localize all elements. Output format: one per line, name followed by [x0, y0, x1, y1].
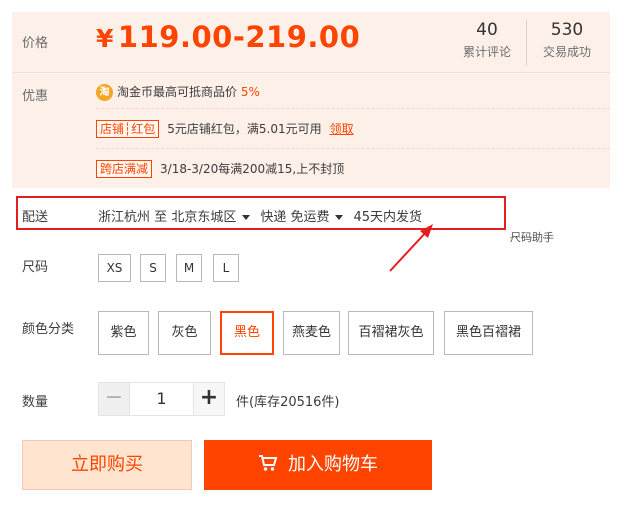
- promo-shop-coupon-line: 店铺┆红包 5元店铺红包，满5.01元可用 领取: [96, 120, 354, 138]
- annotation-arrow-icon: [389, 224, 433, 272]
- delivery-destination-select[interactable]: 北京东城区: [171, 210, 260, 225]
- promo-divider: [96, 108, 610, 109]
- size-option-l[interactable]: L: [213, 254, 239, 282]
- delivery-label: 配送: [22, 210, 49, 225]
- promo-coin-line: 淘淘金币最高可抵商品价 5%: [96, 83, 260, 101]
- color-label: 颜色分类: [22, 322, 75, 337]
- promo-coin-percent: 5%: [240, 85, 260, 99]
- color-option-black-selected[interactable]: 黑色: [220, 311, 274, 355]
- price-range: ¥119.00-219.00: [96, 20, 360, 54]
- stat-divider: [526, 20, 527, 66]
- stock-info: 件(库存20516件): [236, 395, 340, 410]
- shop-coupon-tag: 店铺┆红包: [96, 120, 160, 138]
- review-stat[interactable]: 40 累计评论: [452, 19, 522, 60]
- size-option-m[interactable]: M: [176, 254, 202, 282]
- size-helper-link[interactable]: 尺码助手: [510, 229, 554, 245]
- price-label: 价格: [22, 36, 49, 51]
- color-option-purple[interactable]: 紫色: [98, 311, 149, 355]
- claim-coupon-link[interactable]: 领取: [330, 122, 354, 136]
- cross-store-tag: 跨店满减: [96, 160, 153, 178]
- promotions-label: 优惠: [22, 89, 49, 104]
- sales-count: 530: [550, 20, 584, 40]
- shop-coupon-text: 5元店铺红包，满5.01元可用: [167, 122, 322, 136]
- buy-now-button[interactable]: 立即购买: [22, 440, 192, 490]
- delivery-destination: 北京东城区: [171, 210, 237, 225]
- chevron-down-icon: [335, 215, 344, 220]
- size-option-xs[interactable]: XS: [98, 254, 131, 282]
- size-option-s[interactable]: S: [140, 254, 166, 282]
- quantity-increase-button[interactable]: +: [193, 382, 225, 416]
- panel-divider: [12, 72, 610, 73]
- price-panel: 价格 ¥119.00-219.00 40 累计评论 530 交易成功 优惠 淘淘…: [12, 12, 610, 188]
- price-value: 119.00-219.00: [117, 20, 361, 54]
- delivery-to-word: 至: [154, 210, 168, 225]
- color-option-gray[interactable]: 灰色: [158, 311, 211, 355]
- color-option-oatmeal[interactable]: 燕麦色: [283, 311, 340, 355]
- shipping-method: 快递 免运费: [260, 210, 330, 225]
- shipping-method-select[interactable]: 快递 免运费: [260, 210, 353, 225]
- quantity-label: 数量: [22, 395, 49, 410]
- quantity-decrease-button[interactable]: −: [98, 382, 130, 416]
- delivery-info: 浙江杭州 至 北京东城区 快递 免运费 45天内发货: [98, 206, 422, 225]
- quantity-input[interactable]: 1: [130, 382, 193, 416]
- add-to-cart-label: 加入购物车: [288, 454, 378, 475]
- taobao-coin-icon: 淘: [96, 84, 113, 101]
- chevron-down-icon: [242, 215, 251, 220]
- promo-divider: [96, 148, 610, 149]
- color-option-pleated-black[interactable]: 黑色百褶裙: [444, 311, 533, 355]
- delivery-origin: 浙江杭州: [98, 210, 151, 225]
- color-option-pleated-gray[interactable]: 百褶裙灰色: [348, 311, 434, 355]
- review-count: 40: [476, 20, 498, 40]
- size-label: 尺码: [22, 260, 49, 275]
- cross-store-text: 3/18-3/20每满200减15,上不封顶: [160, 162, 345, 176]
- currency-symbol: ¥: [96, 24, 114, 53]
- sales-label: 交易成功: [542, 45, 591, 59]
- promo-cross-store-line: 跨店满减 3/18-3/20每满200减15,上不封顶: [96, 160, 344, 178]
- add-to-cart-button[interactable]: 加入购物车: [204, 440, 432, 490]
- cart-icon: [259, 455, 278, 471]
- sales-stat: 530 交易成功: [532, 19, 602, 60]
- promo-coin-text: 淘金币最高可抵商品价: [117, 85, 238, 99]
- review-label: 累计评论: [462, 45, 511, 59]
